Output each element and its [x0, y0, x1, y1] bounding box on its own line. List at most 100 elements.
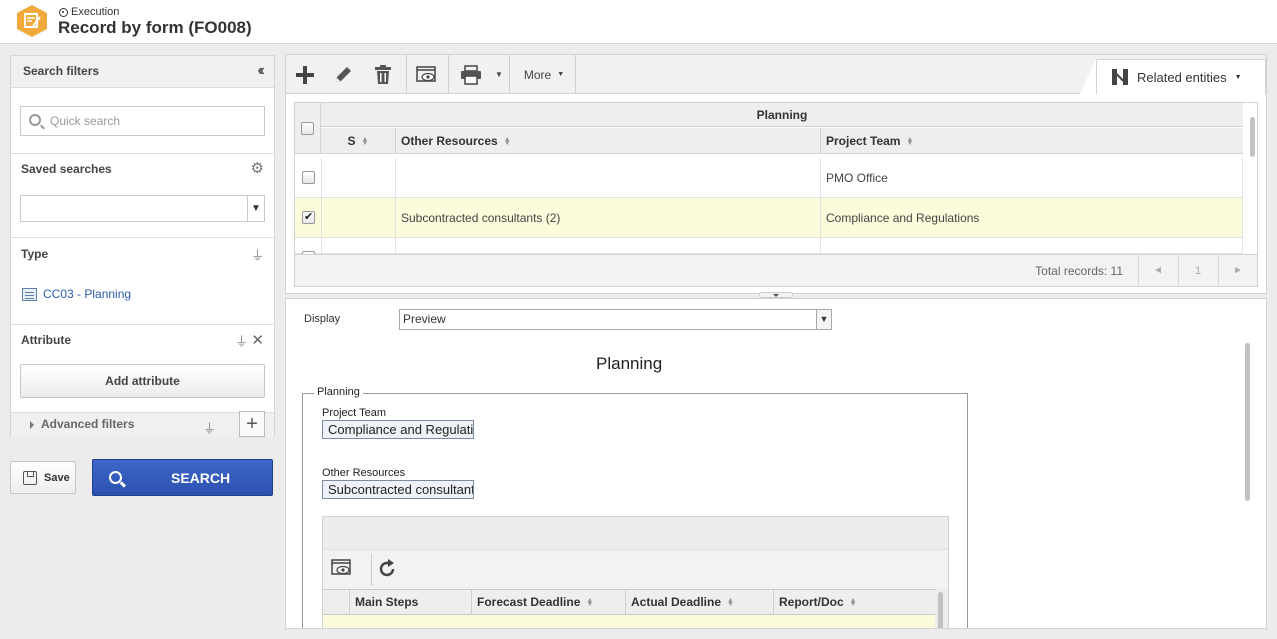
edit-button[interactable] [328, 55, 358, 94]
row-checkbox[interactable] [302, 171, 315, 184]
table-row[interactable]: PMO Office [295, 158, 1243, 198]
add-button[interactable] [290, 55, 320, 94]
printer-icon [461, 64, 481, 85]
clear-type-icon[interactable]: ⏚ [251, 245, 264, 264]
divider [371, 554, 372, 586]
select-all-cell [295, 103, 321, 154]
prev-page-button[interactable]: ◄ [1138, 255, 1177, 286]
grid-scrollbar[interactable] [1250, 117, 1255, 157]
search-button[interactable]: SEARCH [92, 459, 273, 496]
add-attribute-button[interactable]: Add attribute [20, 364, 265, 398]
advanced-filters-bar[interactable]: Advanced filters ⏚ + [11, 411, 274, 437]
sort-icon: ▲ ▼ [586, 596, 594, 608]
clear-advanced-icon[interactable]: ⏚ [203, 418, 216, 437]
caret-down-icon: ▼ [495, 70, 503, 79]
search-icon [109, 471, 122, 484]
print-menu-button[interactable]: ▼ [492, 55, 506, 94]
tab-decoration [1080, 59, 1096, 94]
column-header-forecast-deadline[interactable]: Forecast Deadline ▲ ▼ [471, 590, 625, 614]
print-button[interactable] [456, 55, 486, 94]
cell-s [321, 198, 396, 238]
sort-icon: ▲ ▼ [849, 596, 857, 608]
breadcrumb-label: Execution [71, 6, 120, 18]
refresh-button[interactable] [376, 558, 398, 583]
cell-project-team: Compliance and Regulations [821, 198, 1243, 238]
related-entities-icon [1112, 69, 1128, 85]
view-button[interactable] [331, 559, 353, 580]
subgrid-header: Main Steps Forecast Deadline ▲ ▼ Actual De… [323, 589, 935, 615]
fieldset-legend: Planning [314, 386, 363, 398]
column-header-main-steps[interactable]: Main Steps [349, 590, 472, 614]
saved-searches-label: Saved searches [21, 162, 112, 176]
collapse-panel-icon[interactable]: ‹‹ [257, 62, 264, 80]
subgrid-toolbar [323, 549, 948, 589]
column-header-label: Project Team [826, 134, 901, 148]
column-header-actual-deadline[interactable]: Actual Deadline ▲ ▼ [625, 590, 773, 614]
select-all-checkbox[interactable] [301, 122, 314, 135]
grid-group-header: Planning [321, 103, 1243, 127]
execution-icon [59, 7, 68, 17]
cell-other-resources [396, 238, 821, 254]
app-header: Execution Record by form (FO008) [0, 0, 1277, 44]
project-team-label: Project Team [322, 407, 386, 419]
form-title: Planning [596, 354, 663, 373]
sort-icon: ▲ ▼ [503, 135, 511, 147]
more-button[interactable]: More ▼ [514, 55, 574, 94]
project-team-field[interactable]: Compliance and Regulations [322, 420, 474, 439]
type-value-link[interactable]: CC03 - Planning [22, 287, 131, 301]
chevron-down-icon: ▼ [816, 310, 831, 329]
divider [11, 153, 274, 154]
records-grid: Planning S ▲ ▼ Other Resources ▲ ▼ Project T… [294, 102, 1258, 287]
gear-icon[interactable]: ⚙ [251, 159, 264, 177]
column-header-label: Report/Doc [779, 595, 844, 609]
close-icon[interactable]: ✕ [251, 331, 264, 349]
chevron-down-icon: ▼ [247, 196, 264, 221]
related-entities-button[interactable]: Related entities ▼ [1096, 59, 1266, 94]
column-header-s[interactable]: S ▲ ▼ [321, 128, 396, 154]
table-row[interactable]: Subcontracted consultants (2) Compliance… [295, 198, 1243, 238]
column-header-report-doc[interactable]: Report/Doc ▲ ▼ [773, 590, 935, 614]
cell-s [321, 158, 396, 198]
quick-search-placeholder: Quick search [50, 114, 121, 128]
column-header-label: Other Resources [401, 134, 498, 148]
related-entities-label: Related entities [1137, 69, 1227, 85]
pencil-icon [336, 66, 351, 82]
table-row[interactable] [295, 238, 1243, 264]
caret-right-icon [30, 421, 34, 429]
display-select[interactable]: Preview ▼ [399, 309, 832, 330]
column-header-label: Forecast Deadline [477, 595, 581, 609]
search-label: SEARCH [171, 470, 231, 486]
column-header-other-resources[interactable]: Other Resources ▲ ▼ [396, 128, 821, 154]
other-resources-field[interactable]: Subcontracted consultants (2) [322, 480, 474, 499]
sort-icon: ▲ ▼ [727, 596, 734, 608]
preview-scrollbar[interactable] [1245, 343, 1250, 501]
saved-searches-select[interactable]: ▼ [20, 195, 265, 222]
next-page-button[interactable]: ► [1218, 255, 1257, 286]
records-panel: ▼ More ▼ Related entities ▼ Planning S ▲ ▼… [285, 54, 1267, 294]
sort-icon: ▲ ▼ [906, 135, 914, 147]
clear-attribute-icon[interactable]: ⏚ [235, 331, 248, 350]
row-checkbox[interactable] [302, 210, 315, 224]
subgrid-scrollbar[interactable] [938, 592, 943, 628]
search-filters-header: Search filters ‹‹ [11, 56, 274, 88]
column-header-project-team[interactable]: Project Team ▲ ▼ [821, 128, 1243, 154]
refresh-icon [379, 559, 395, 577]
delete-button[interactable] [368, 55, 398, 94]
total-records: Total records: 11 [1035, 264, 1123, 278]
cell-project-team: PMO Office [821, 158, 1243, 198]
grid-footer: Total records: 11 ◄ 1 ► [295, 254, 1257, 286]
divider [406, 55, 407, 94]
quick-search-input[interactable]: Quick search [20, 106, 265, 136]
divider [11, 237, 274, 238]
preview-panel: Display Preview ▼ Planning Planning Proj… [285, 298, 1267, 629]
save-button[interactable]: Save [10, 461, 76, 494]
search-filters-title: Search filters [23, 64, 100, 78]
column-header-label: S [347, 134, 356, 148]
breadcrumb[interactable]: Execution [59, 6, 119, 18]
add-filter-button[interactable]: + [239, 411, 265, 437]
cell-other-resources [396, 158, 821, 198]
view-button[interactable] [412, 55, 442, 94]
other-resources-label: Other Resources [322, 467, 406, 479]
table-row[interactable] [323, 615, 935, 628]
divider [509, 55, 510, 94]
